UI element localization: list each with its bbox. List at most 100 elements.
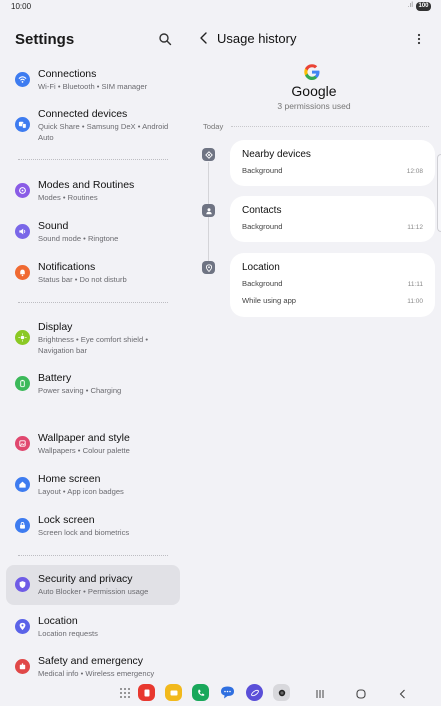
card-row-label: Background	[242, 222, 283, 231]
divider	[18, 555, 168, 556]
timeline-line	[208, 162, 209, 274]
menu-item-display[interactable]: Display Brightness • Eye comfort shield …	[6, 317, 180, 361]
menu-item-subtitle: Auto Blocker • Permission usage	[38, 587, 149, 596]
nearby-devices-icon	[202, 148, 215, 161]
recent-apps-icon[interactable]	[314, 687, 326, 699]
card-row-time: 11:11	[407, 281, 423, 288]
home-icon	[15, 477, 30, 492]
menu-item-sound[interactable]: Sound Sound mode • Ringtone	[6, 216, 180, 248]
menu-item-subtitle: Wi-Fi • Bluetooth • SIM manager	[38, 82, 148, 91]
app-name: Google	[291, 83, 337, 99]
phone-app-icon[interactable]	[192, 684, 209, 701]
card-title: Contacts	[242, 205, 282, 216]
navigation-bar	[0, 682, 441, 706]
menu-item-modes-and-routines[interactable]: Modes and Routines Modes • Routines	[6, 175, 180, 207]
status-bar: 10:00 .ıl 100	[0, 0, 441, 14]
permission-card-nearby-devices[interactable]: Nearby devices Background 12:08	[230, 140, 435, 186]
divider	[18, 302, 168, 303]
menu-item-subtitle: Modes • Routines	[38, 193, 98, 202]
folder-app-icon[interactable]	[165, 684, 182, 701]
menu-item-subtitle: Screen lock and biometrics	[38, 528, 130, 537]
menu-item-subtitle: Sound mode • Ringtone	[38, 234, 119, 243]
signal-icon: .ıl	[407, 2, 413, 9]
menu-item-battery[interactable]: Battery Power saving • Charging	[6, 368, 180, 400]
card-row-time: 11:00	[407, 298, 423, 305]
sound-icon	[15, 224, 30, 239]
location-icon	[15, 619, 30, 634]
menu-item-subtitle: Quick Share • Samsung DeX • Android Auto	[38, 122, 169, 142]
lock-icon	[15, 518, 30, 533]
menu-item-subtitle: Location requests	[38, 629, 98, 638]
notifications-icon	[15, 265, 30, 280]
card-row-time: 12:08	[406, 168, 423, 175]
card-row-label: Background	[242, 166, 283, 175]
menu-item-title: Modes and Routines	[38, 179, 135, 191]
status-time: 10:00	[11, 2, 32, 11]
menu-item-subtitle: Medical info • Wireless emergency	[38, 669, 155, 678]
divider	[231, 126, 429, 127]
menu-item-subtitle: Status bar • Do not disturb	[38, 275, 127, 284]
menu-item-title: Safety and emergency	[38, 655, 144, 667]
menu-item-title: Sound	[38, 220, 69, 232]
battery-indicator: 100	[416, 2, 431, 11]
card-title: Location	[242, 262, 280, 273]
permissions-count: 3 permissions used	[277, 101, 351, 111]
home-button-icon[interactable]	[355, 687, 367, 699]
menu-item-home-screen[interactable]: Home screen Layout • App icon badges	[6, 469, 180, 501]
menu-item-title: Home screen	[38, 473, 101, 485]
usage-history-pane: Usage history Google 3 permissions used …	[187, 14, 441, 686]
card-row-time: 11:12	[407, 224, 423, 231]
menu-item-title: Connected devices	[38, 108, 128, 120]
emergency-icon	[15, 659, 30, 674]
section-label-today: Today	[203, 122, 224, 131]
menu-item-security-and-privacy[interactable]: Security and privacy Auto Blocker • Perm…	[6, 565, 180, 605]
menu-item-connected-devices[interactable]: Connected devices Quick Share • Samsung …	[6, 104, 180, 148]
menu-item-title: Display	[38, 321, 73, 333]
menu-item-safety-and-emergency[interactable]: Safety and emergency Medical info • Wire…	[6, 651, 180, 683]
card-row-label: While using app	[242, 296, 297, 305]
modes-icon	[15, 183, 30, 198]
google-logo-icon	[303, 63, 321, 81]
permission-card-location[interactable]: Location Background 11:11 While using ap…	[230, 253, 435, 317]
page-title: Usage history	[217, 31, 297, 46]
contacts-icon	[202, 204, 215, 217]
wifi-icon	[15, 72, 30, 87]
menu-item-subtitle: Layout • App icon badges	[38, 487, 124, 496]
menu-item-title: Connections	[38, 68, 97, 80]
back-icon[interactable]	[198, 31, 210, 45]
menu-item-title: Lock screen	[38, 514, 95, 526]
shield-icon	[15, 577, 30, 592]
menu-item-location[interactable]: Location Location requests	[6, 611, 180, 643]
edge-panel-handle[interactable]	[437, 154, 441, 232]
menu-item-connections[interactable]: Connections Wi-Fi • Bluetooth • SIM mana…	[6, 64, 180, 96]
browser-app-icon[interactable]	[246, 684, 263, 701]
display-icon	[15, 330, 30, 345]
red-app-icon[interactable]	[138, 684, 155, 701]
apps-grid-icon[interactable]	[116, 684, 133, 701]
menu-item-title: Security and privacy	[38, 573, 133, 585]
wallpaper-icon	[15, 436, 30, 451]
menu-item-title: Notifications	[38, 261, 96, 273]
divider	[18, 159, 168, 160]
back-button-icon[interactable]	[397, 687, 409, 699]
settings-pane: Settings Connections Wi-Fi • Bluetooth •…	[0, 14, 187, 686]
camera-app-icon[interactable]	[273, 684, 290, 701]
battery-icon	[15, 376, 30, 391]
messages-app-icon[interactable]	[219, 684, 236, 701]
menu-item-subtitle: Wallpapers • Colour palette	[38, 446, 130, 455]
card-row-label: Background	[242, 279, 283, 288]
permission-card-contacts[interactable]: Contacts Background 11:12	[230, 196, 435, 242]
menu-item-title: Wallpaper and style	[38, 432, 130, 444]
more-options-icon[interactable]	[414, 32, 424, 46]
search-icon[interactable]	[158, 32, 172, 46]
connected-devices-icon	[15, 117, 30, 132]
menu-item-notifications[interactable]: Notifications Status bar • Do not distur…	[6, 257, 180, 289]
menu-item-title: Location	[38, 615, 78, 627]
menu-item-wallpaper-and-style[interactable]: Wallpaper and style Wallpapers • Colour …	[6, 428, 180, 460]
settings-title: Settings	[15, 31, 75, 48]
location-pin-icon	[202, 261, 215, 274]
menu-item-title: Battery	[38, 372, 72, 384]
menu-item-subtitle: Brightness • Eye comfort shield • Naviga…	[38, 335, 148, 355]
card-title: Nearby devices	[242, 149, 311, 160]
menu-item-lock-screen[interactable]: Lock screen Screen lock and biometrics	[6, 510, 180, 542]
